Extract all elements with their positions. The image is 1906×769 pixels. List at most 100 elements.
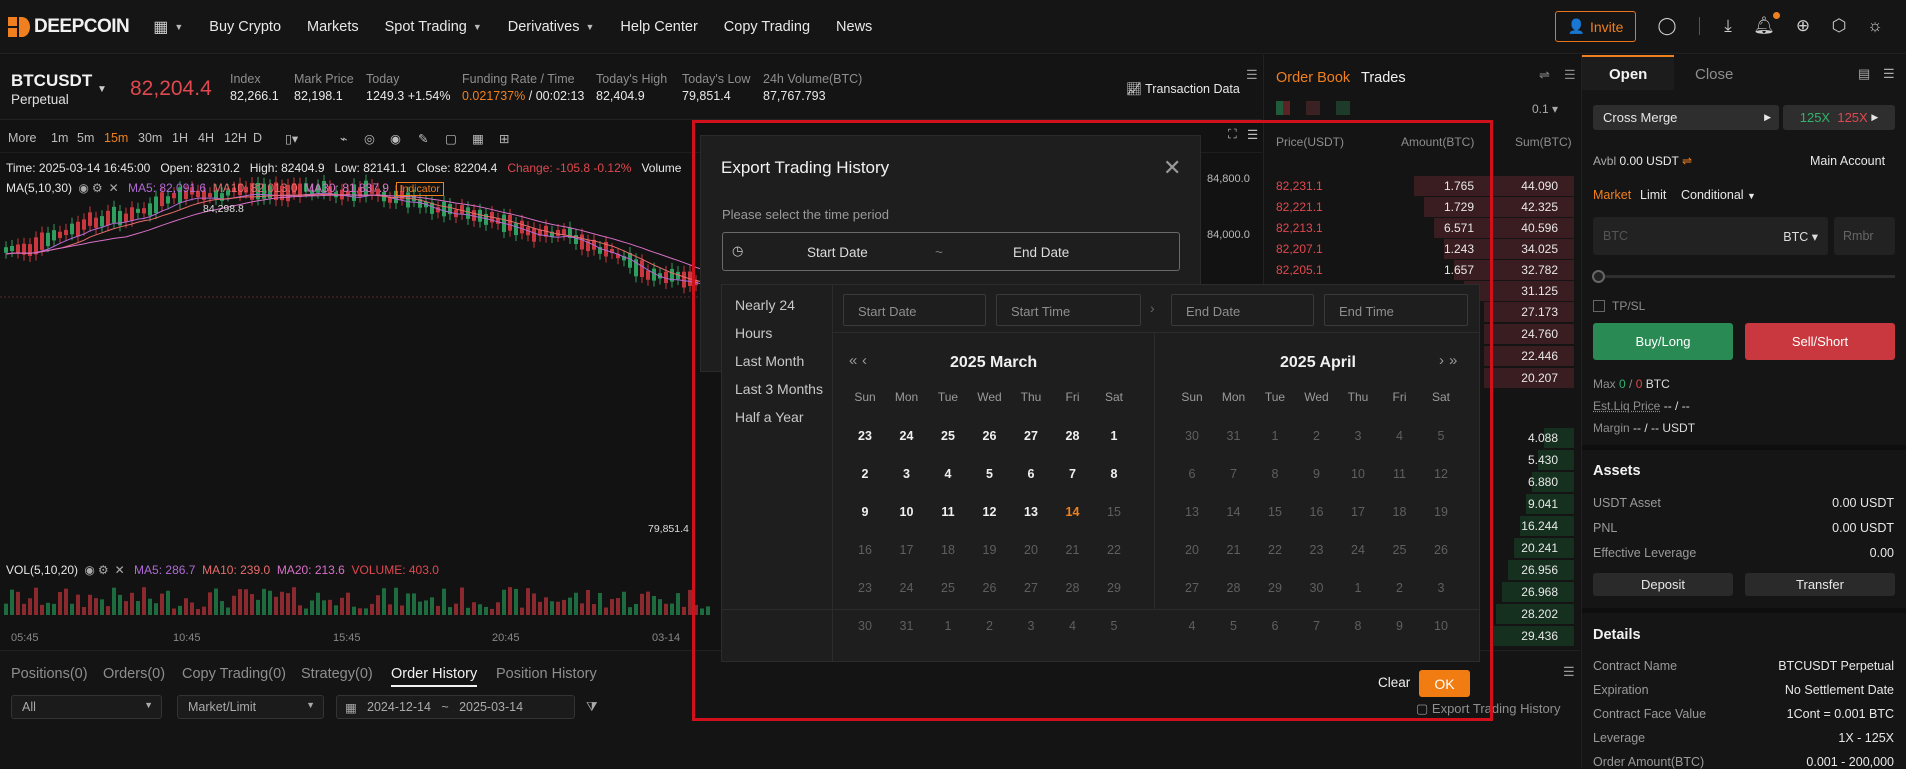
calendar-day[interactable]: 19	[970, 543, 1010, 557]
nav-copy-trading[interactable]: Copy Trading	[724, 19, 810, 35]
calendar-day[interactable]: 20	[1011, 543, 1051, 557]
calendar-day[interactable]: 18	[1380, 505, 1420, 519]
menu-icon[interactable]: ☰	[1246, 67, 1258, 83]
filter-reset-icon[interactable]: ⧩	[586, 699, 598, 715]
ok-button[interactable]: OK	[1419, 670, 1470, 697]
layout-asks-icon[interactable]	[1306, 101, 1320, 115]
filter-type-select[interactable]: Market/Limit ▼	[177, 695, 324, 719]
close-icon[interactable]: ✕	[1163, 155, 1181, 181]
calendar-day[interactable]: 3	[1011, 619, 1051, 633]
calendar-day[interactable]: 1	[1094, 429, 1134, 443]
filter-all-select[interactable]: All ▼	[11, 695, 162, 719]
calendar-day[interactable]: 6	[1172, 467, 1212, 481]
ask-row[interactable]: 82,207.1 1.243 34.025	[1264, 238, 1574, 260]
calendar-day[interactable]: 30	[845, 619, 885, 633]
calendar-day[interactable]: 30	[1172, 429, 1212, 443]
tab-position-history[interactable]: Position History	[496, 666, 597, 682]
user-icon[interactable]: ◯	[1656, 15, 1678, 37]
tab-trades[interactable]: Trades	[1361, 70, 1406, 86]
calendar-day[interactable]: 4	[1172, 619, 1212, 633]
calendar-day[interactable]: 17	[1338, 505, 1378, 519]
calendar-day[interactable]: 2	[1380, 581, 1420, 595]
calendar-day[interactable]: 26	[970, 429, 1010, 443]
calendar-day[interactable]: 12	[1421, 467, 1461, 481]
layout-bids-icon[interactable]	[1336, 101, 1350, 115]
calendar-day[interactable]: 9	[1380, 619, 1420, 633]
nav-derivatives[interactable]: Derivatives ▼	[508, 19, 595, 35]
calendar-day[interactable]: 11	[1380, 467, 1420, 481]
tpsl-checkbox[interactable]	[1593, 300, 1605, 312]
calendar-day[interactable]: 8	[1338, 619, 1378, 633]
next-year-icon[interactable]: »	[1449, 352, 1457, 369]
settings-icon[interactable]: ⬡	[1828, 15, 1850, 37]
pen-icon[interactable]: ✎	[418, 131, 428, 146]
ask-row[interactable]: 82,221.1 1.729 42.325	[1264, 196, 1574, 218]
interval-15m[interactable]: 15m	[104, 131, 128, 145]
invite-button[interactable]: 👤 Invite	[1555, 11, 1636, 42]
tab-open[interactable]: Open	[1609, 66, 1647, 83]
calendar-day[interactable]: 27	[1011, 429, 1051, 443]
calendar-day[interactable]: 15	[1094, 505, 1134, 519]
nav-news[interactable]: News	[836, 19, 872, 35]
calendar-day[interactable]: 8	[1094, 467, 1134, 481]
bell-icon[interactable]: 🔔︎	[1753, 15, 1775, 37]
amount-input[interactable]: BTC BTC ▾	[1593, 217, 1828, 255]
gear-icon[interactable]: ⚙	[92, 181, 103, 195]
indicator-badge[interactable]: Indicator	[396, 182, 444, 196]
chart-menu-icon[interactable]: ☰	[1247, 127, 1258, 142]
sell-short-button[interactable]: Sell/Short	[1745, 323, 1895, 360]
calendar-day[interactable]: 23	[845, 429, 885, 443]
order-type-market[interactable]: Market	[1593, 188, 1631, 202]
eye-icon[interactable]: ◉	[78, 181, 88, 195]
calculator-icon[interactable]: ▤	[1858, 66, 1870, 82]
calendar-day[interactable]: 23	[1297, 543, 1337, 557]
apps-grid-icon[interactable]: ▦ ▼	[153, 17, 183, 37]
calendar-day[interactable]: 26	[970, 581, 1010, 595]
next-month-icon[interactable]: ›	[1439, 352, 1444, 369]
slider-handle[interactable]	[1592, 270, 1605, 283]
calendar-day[interactable]: 6	[1011, 467, 1051, 481]
calendar-day[interactable]: 31	[887, 619, 927, 633]
tab-orders[interactable]: Orders(0)	[103, 666, 165, 682]
multi-chart-icon[interactable]: ⊞	[499, 131, 509, 146]
globe-icon[interactable]: ⊕	[1792, 15, 1814, 37]
calendar-day[interactable]: 30	[1297, 581, 1337, 595]
liq-label[interactable]: Est.Liq Price	[1593, 399, 1660, 413]
draw-icon[interactable]: ◎	[364, 131, 375, 146]
calendar-day[interactable]: 8	[1255, 467, 1295, 481]
start-time-input[interactable]: Start Time	[996, 294, 1141, 326]
close-icon[interactable]: ✕	[109, 181, 119, 195]
calendar-day[interactable]: 15	[1255, 505, 1295, 519]
calendar-day[interactable]: 3	[1421, 581, 1461, 595]
preset-nearly-24[interactable]: Nearly 24	[735, 297, 795, 313]
transfer-icon[interactable]: ⇌	[1682, 154, 1692, 168]
calendar-day[interactable]: 4	[928, 467, 968, 481]
calendar-day[interactable]: 9	[845, 505, 885, 519]
calendar-day[interactable]: 7	[1053, 467, 1093, 481]
calendar-day[interactable]: 25	[928, 581, 968, 595]
tab-strategy[interactable]: Strategy(0)	[301, 666, 373, 682]
calendar-day[interactable]: 28	[1053, 581, 1093, 595]
main-account[interactable]: Main Account	[1810, 154, 1885, 168]
gear-icon[interactable]: ⚙	[98, 563, 109, 577]
margin-mode-select[interactable]: Cross Merge ▶	[1593, 105, 1779, 130]
layout-both-icon[interactable]	[1276, 101, 1290, 115]
candle-type-icon[interactable]: ▯▾	[285, 131, 298, 146]
close-icon[interactable]: ✕	[115, 563, 125, 577]
tab-order-book[interactable]: Order Book	[1276, 70, 1350, 86]
fullscreen-icon[interactable]: ⛶	[1228, 127, 1237, 142]
calendar-day[interactable]: 19	[1421, 505, 1461, 519]
nav-buy-crypto[interactable]: Buy Crypto	[209, 19, 281, 35]
order-type-limit[interactable]: Limit	[1640, 188, 1666, 202]
deposit-button[interactable]: Deposit	[1593, 573, 1733, 596]
interval-5m[interactable]: 5m	[77, 131, 94, 145]
calendar-day[interactable]: 21	[1214, 543, 1254, 557]
toolbar-more[interactable]: More	[8, 131, 36, 145]
date-range-picker-input[interactable]: ◷ Start Date ~ End Date	[722, 232, 1180, 271]
calendar-day[interactable]: 5	[970, 467, 1010, 481]
calendar-day[interactable]: 6	[1255, 619, 1295, 633]
calendar-day[interactable]: 29	[1255, 581, 1295, 595]
calendar-day[interactable]: 23	[845, 581, 885, 595]
calendar-day[interactable]: 3	[1338, 429, 1378, 443]
calendar-day[interactable]: 5	[1214, 619, 1254, 633]
